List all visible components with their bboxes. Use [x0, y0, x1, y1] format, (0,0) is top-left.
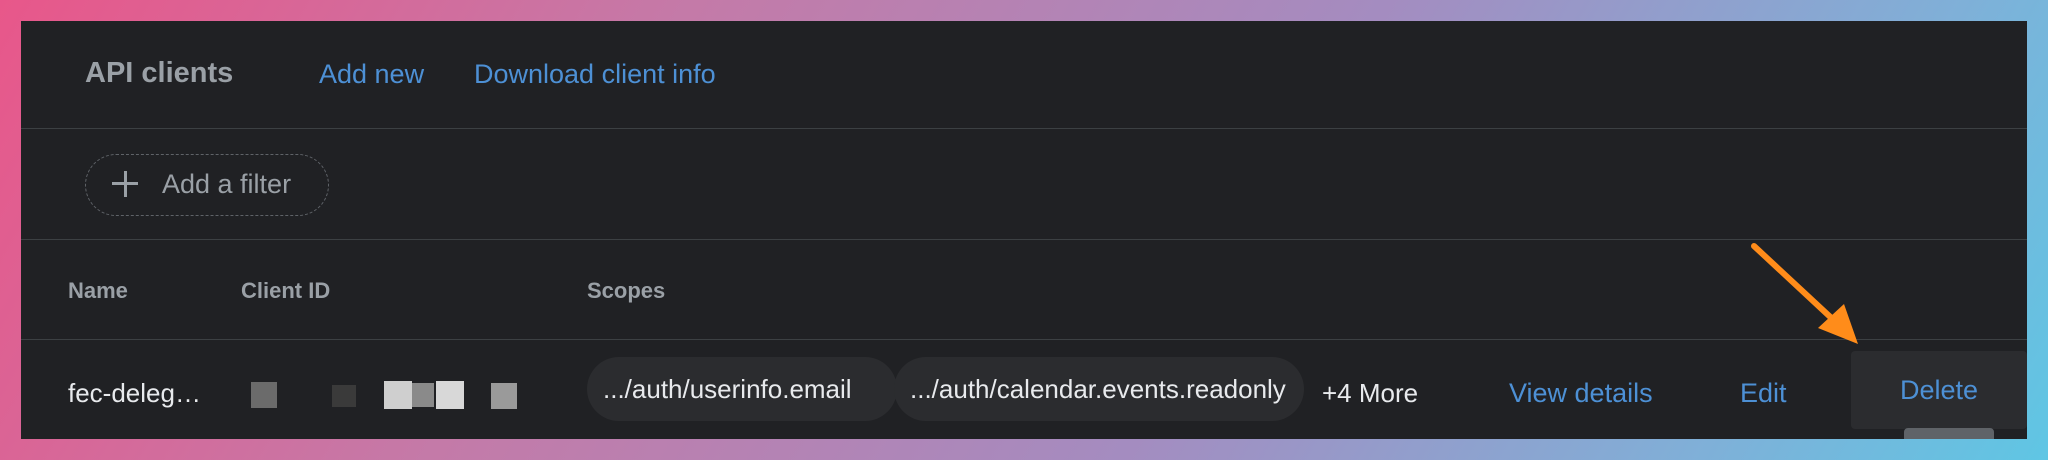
add-filter-label: Add a filter	[162, 169, 292, 199]
add-filter-button[interactable]: Add a filter	[85, 154, 329, 216]
column-header-name[interactable]: Name	[68, 278, 128, 304]
add-new-link[interactable]: Add new	[319, 59, 424, 90]
more-scopes-link[interactable]: +4 More	[1322, 378, 1418, 409]
column-header-scopes[interactable]: Scopes	[587, 278, 665, 304]
page-title: API clients	[85, 57, 234, 89]
delete-button[interactable]: Delete	[1851, 351, 2027, 429]
download-client-info-link[interactable]: Download client info	[474, 59, 716, 90]
tooltip-stub	[1904, 428, 1994, 439]
annotation-arrow-icon	[1751, 243, 1858, 344]
edit-link[interactable]: Edit	[1740, 378, 1787, 409]
scope-chip-userinfo-email[interactable]: .../auth/userinfo.email	[587, 357, 897, 421]
scope-chip-calendar-events-readonly[interactable]: .../auth/calendar.events.readonly	[894, 357, 1304, 421]
client-name-cell[interactable]: fec-deleg…	[68, 378, 201, 409]
delete-label: Delete	[1899, 375, 1979, 405]
api-clients-panel: API clients Add new Download client info…	[21, 21, 2027, 439]
view-details-link[interactable]: View details	[1509, 378, 1653, 409]
column-header-client-id[interactable]: Client ID	[241, 278, 330, 304]
plus-icon	[110, 169, 140, 199]
